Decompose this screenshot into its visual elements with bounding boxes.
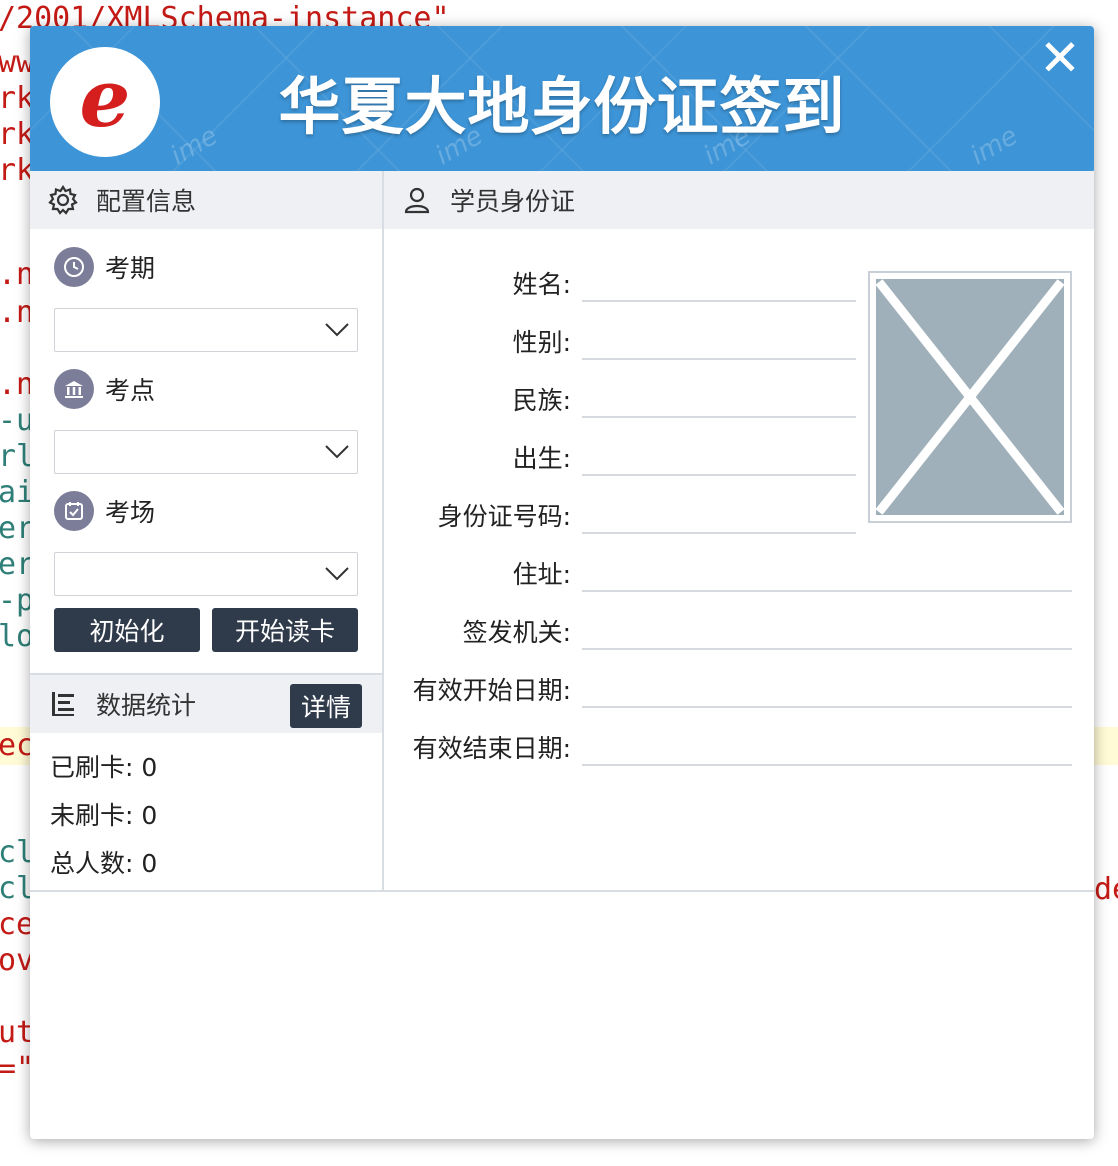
id-sign-in-dialog: ime ime ime ime e 华夏大地身份证签到 ✕ 配置信息 考期 考点… xyxy=(30,26,1094,1139)
dialog-header: ime ime ime ime e 华夏大地身份证签到 ✕ xyxy=(30,26,1094,171)
building-icon xyxy=(54,369,94,409)
gender-label: 性别: xyxy=(512,328,571,357)
exam-site-select[interactable] xyxy=(54,430,358,474)
exam-room-label: 考场 xyxy=(54,491,155,531)
gear-icon xyxy=(46,183,80,217)
code-line: rl xyxy=(0,439,35,474)
id-card-panel: 学员身份证 姓名: 性别: 民族: 出生: 身份证号码: 住址: 签发机关: 有… xyxy=(384,171,1094,891)
valid-from-label: 有效开始日期: xyxy=(412,676,571,705)
exam-period-text: 考期 xyxy=(105,254,156,283)
unswiped-count: 未刷卡: 0 xyxy=(50,801,158,830)
calendar-icon xyxy=(54,491,94,531)
config-panel: 配置信息 考期 考点 考场 初始化 开始读卡 数据统计 详情 已刷卡: 0 未刷… xyxy=(30,171,384,891)
ethnicity-label: 民族: xyxy=(512,386,571,415)
gender-value xyxy=(582,358,856,360)
name-value xyxy=(582,300,856,302)
exam-room-select[interactable] xyxy=(54,552,358,596)
id-number-label: 身份证号码: xyxy=(437,502,571,531)
start-read-card-button[interactable]: 开始读卡 xyxy=(212,608,358,652)
issuer-label: 签发机关: xyxy=(462,618,571,647)
exam-site-label: 考点 xyxy=(54,369,155,409)
code-line: lo xyxy=(0,619,35,654)
valid-to-value xyxy=(582,764,1072,766)
birth-label: 出生: xyxy=(512,444,571,473)
exam-period-label: 考期 xyxy=(54,247,155,287)
config-section-header: 配置信息 xyxy=(30,171,382,229)
dialog-title: 华夏大地身份证签到 xyxy=(278,70,846,143)
exam-period-select[interactable] xyxy=(54,308,358,352)
name-label: 姓名: xyxy=(512,270,571,299)
swiped-count: 已刷卡: 0 xyxy=(50,753,158,782)
id-photo-placeholder xyxy=(868,271,1072,523)
exam-room-text: 考场 xyxy=(105,498,156,527)
chevron-down-icon xyxy=(325,445,349,459)
chevron-down-icon xyxy=(325,567,349,581)
issuer-value xyxy=(582,648,1072,650)
details-button[interactable]: 详情 xyxy=(290,684,362,728)
list-icon xyxy=(46,687,80,721)
code-line: cl xyxy=(0,871,35,906)
valid-from-value xyxy=(582,706,1072,708)
birth-value xyxy=(582,474,856,476)
ethnicity-value xyxy=(582,416,856,418)
init-button[interactable]: 初始化 xyxy=(54,608,200,652)
valid-to-label: 有效结束日期: xyxy=(412,734,571,763)
id-card-section-header: 学员身份证 xyxy=(384,171,1094,229)
stats-section-header: 数据统计 详情 xyxy=(30,673,382,733)
id-number-value xyxy=(582,532,856,534)
total-count: 总人数: 0 xyxy=(50,849,158,878)
chevron-down-icon xyxy=(325,323,349,337)
clock-icon xyxy=(54,247,94,287)
stats-section-title: 数据统计 xyxy=(96,691,197,720)
exam-site-text: 考点 xyxy=(105,376,156,405)
id-card-section-title: 学员身份证 xyxy=(450,187,576,216)
code-fragment: de xyxy=(1094,872,1118,907)
close-button[interactable]: ✕ xyxy=(1034,32,1086,84)
user-icon xyxy=(400,183,434,217)
config-section-title: 配置信息 xyxy=(96,187,197,216)
image-placeholder-icon xyxy=(875,279,1065,515)
footer-divider xyxy=(30,890,1094,892)
address-label: 住址: xyxy=(512,560,571,589)
address-value xyxy=(582,590,1072,592)
